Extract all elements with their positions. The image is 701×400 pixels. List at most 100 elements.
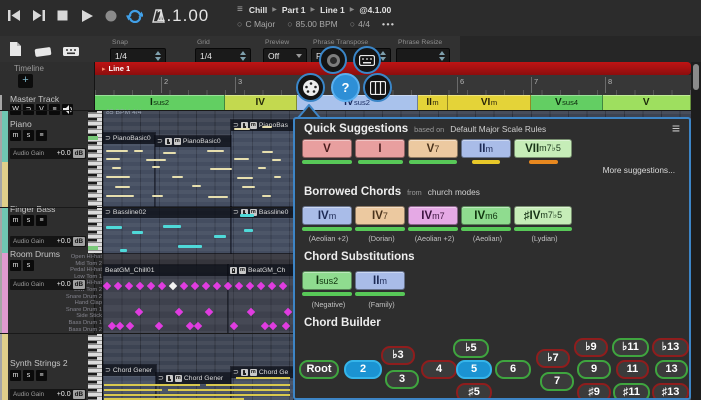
chord-builder-note-button[interactable]: 11: [616, 360, 649, 379]
scale-rules-link[interactable]: Default Major Scale Rules: [450, 124, 546, 134]
track-button-s[interactable]: s: [23, 370, 34, 381]
clip-mute-icon[interactable]: m: [174, 138, 181, 145]
spinner-icon[interactable]: [380, 51, 387, 61]
play-button[interactable]: [78, 8, 95, 23]
chord-builder-note-button[interactable]: 6: [495, 360, 531, 379]
chord-builder-note-button[interactable]: ♭11: [612, 338, 649, 357]
chord-segment[interactable]: Vsus4: [531, 95, 603, 110]
record-button[interactable]: [102, 8, 119, 23]
chord-chip[interactable]: IV7: [355, 206, 405, 231]
breadcrumb-item[interactable]: Line 1: [320, 5, 345, 15]
track-button-s[interactable]: s: [23, 130, 34, 141]
virtual-keyboard-icon[interactable]: [62, 44, 80, 62]
stop-button[interactable]: [54, 8, 71, 23]
audio-gain-control[interactable]: Audio Gain+0.0dB: [10, 389, 86, 400]
chord-segment[interactable]: VIm: [448, 95, 531, 110]
chord-chip[interactable]: I: [355, 139, 405, 164]
chord-segment[interactable]: Isus2: [95, 95, 225, 110]
chord-builder-note-button[interactable]: ♯13: [652, 383, 689, 400]
spinner-icon[interactable]: [240, 51, 247, 61]
status-item[interactable]: ○85.00 BPM: [287, 19, 338, 29]
vertical-scrollbar[interactable]: [691, 62, 701, 400]
skip-end-button[interactable]: [30, 8, 47, 23]
add-timeline-button[interactable]: +: [18, 74, 33, 88]
audio-gain-control[interactable]: Audio Gain+0.0dB: [10, 236, 86, 247]
chord-builder-note-button[interactable]: ♭7: [536, 349, 570, 368]
chord-builder-note-button[interactable]: Root: [299, 360, 339, 379]
bar-ruler[interactable]: 2345678: [95, 75, 691, 96]
track-button-≡[interactable]: ≡: [36, 130, 47, 141]
clip-mute-icon[interactable]: m: [239, 267, 246, 274]
panel-menu-icon[interactable]: ≡: [672, 120, 680, 136]
chord-builder-note-button[interactable]: ♭9: [574, 338, 608, 357]
midi-connector-button[interactable]: [296, 73, 325, 102]
breadcrumb-item[interactable]: @4.1.00: [359, 5, 391, 15]
scrollbar-thumb[interactable]: [693, 64, 699, 90]
project-menu-icon[interactable]: ≡: [237, 4, 243, 15]
chord-builder-note-button[interactable]: 4: [421, 360, 457, 379]
piano-keyboard-strip[interactable]: [88, 110, 103, 207]
track-button-m[interactable]: m: [10, 130, 21, 141]
clip-mute-icon[interactable]: m: [250, 122, 257, 129]
chord-builder-note-button[interactable]: 9: [577, 360, 611, 379]
chord-builder-note-button[interactable]: 5: [456, 360, 492, 379]
chord-builder-note-button[interactable]: 7: [540, 372, 574, 391]
strings-keyboard-strip[interactable]: [88, 333, 103, 400]
timeline-section-bar[interactable]: ▸ Line 1: [95, 62, 691, 75]
chord-chip[interactable]: V7: [408, 139, 458, 164]
church-modes-link[interactable]: church modes: [428, 187, 480, 197]
eraser-icon[interactable]: [34, 44, 54, 62]
skip-start-button[interactable]: [6, 8, 23, 23]
chord-segment[interactable]: V: [603, 95, 691, 110]
chord-builder-note-button[interactable]: ♯11: [613, 383, 650, 400]
clip-mute-icon[interactable]: m: [175, 375, 182, 382]
track-button-≡[interactable]: ≡: [36, 215, 47, 226]
chord-builder-note-button[interactable]: ♭13: [652, 338, 689, 357]
status-item[interactable]: ○C Major: [237, 19, 275, 29]
loop-button[interactable]: [126, 8, 143, 23]
chord-chip[interactable]: ♯IVm7♭5: [514, 206, 572, 231]
clip-mute-icon[interactable]: m: [250, 369, 257, 376]
clip-lock-icon[interactable]: [241, 369, 248, 376]
new-document-icon[interactable]: [8, 41, 22, 62]
piano-tool-button[interactable]: [363, 73, 392, 102]
pattern-clip[interactable]: ⊃Bassline02: [103, 207, 231, 253]
chord-chip[interactable]: V: [302, 139, 352, 164]
chord-chip[interactable]: IIm: [355, 271, 405, 296]
spinner-icon[interactable]: [155, 51, 162, 61]
chord-builder-note-button[interactable]: ♭5: [453, 339, 489, 358]
chord-chip[interactable]: VIIm7♭5: [514, 139, 572, 164]
chord-builder-note-button[interactable]: 3: [385, 370, 419, 389]
breadcrumb-item[interactable]: Part 1: [282, 5, 306, 15]
chord-chip[interactable]: Isus2: [302, 271, 352, 296]
knob-tool-button[interactable]: [319, 46, 347, 74]
audio-gain-control[interactable]: Audio Gain+0.0dB: [10, 148, 86, 159]
clip-lock-icon[interactable]: [166, 375, 173, 382]
track-button-s[interactable]: s: [23, 260, 34, 271]
track-button-m[interactable]: m: [10, 260, 21, 271]
chord-chip[interactable]: IIm: [461, 139, 511, 164]
chord-builder-note-button[interactable]: 2: [344, 360, 382, 379]
chord-builder-note-button[interactable]: ♯5: [456, 383, 492, 400]
more-options-button[interactable]: •••: [382, 19, 395, 29]
clip-lock-icon[interactable]: [165, 138, 172, 145]
chord-chip[interactable]: IVm7: [408, 206, 458, 231]
chord-builder-note-button[interactable]: 13: [655, 360, 688, 379]
chord-segment[interactable]: IV: [225, 95, 297, 110]
chord-chip[interactable]: IVm: [302, 206, 352, 231]
track-button-m[interactable]: m: [10, 215, 21, 226]
track-button-s[interactable]: s: [23, 215, 34, 226]
more-suggestions-link[interactable]: More suggestions...: [603, 165, 675, 175]
help-button[interactable]: ?: [331, 73, 360, 102]
breadcrumb-item[interactable]: Chill: [249, 5, 267, 15]
chord-chip[interactable]: IVm6: [461, 206, 511, 231]
keyboard-tool-button[interactable]: [353, 46, 381, 74]
clip-lock-icon[interactable]: [230, 267, 237, 274]
pattern-clip[interactable]: ⊃mPianoBas: [231, 120, 293, 207]
track-button-≡[interactable]: ≡: [36, 370, 47, 381]
chord-builder-note-button[interactable]: ♭3: [381, 346, 415, 365]
track-button-m[interactable]: m: [10, 370, 21, 381]
chord-segment[interactable]: IIm: [418, 95, 448, 110]
spinner-icon[interactable]: [439, 51, 446, 61]
audio-gain-control[interactable]: Audio Gain+0.0dB: [10, 279, 86, 290]
